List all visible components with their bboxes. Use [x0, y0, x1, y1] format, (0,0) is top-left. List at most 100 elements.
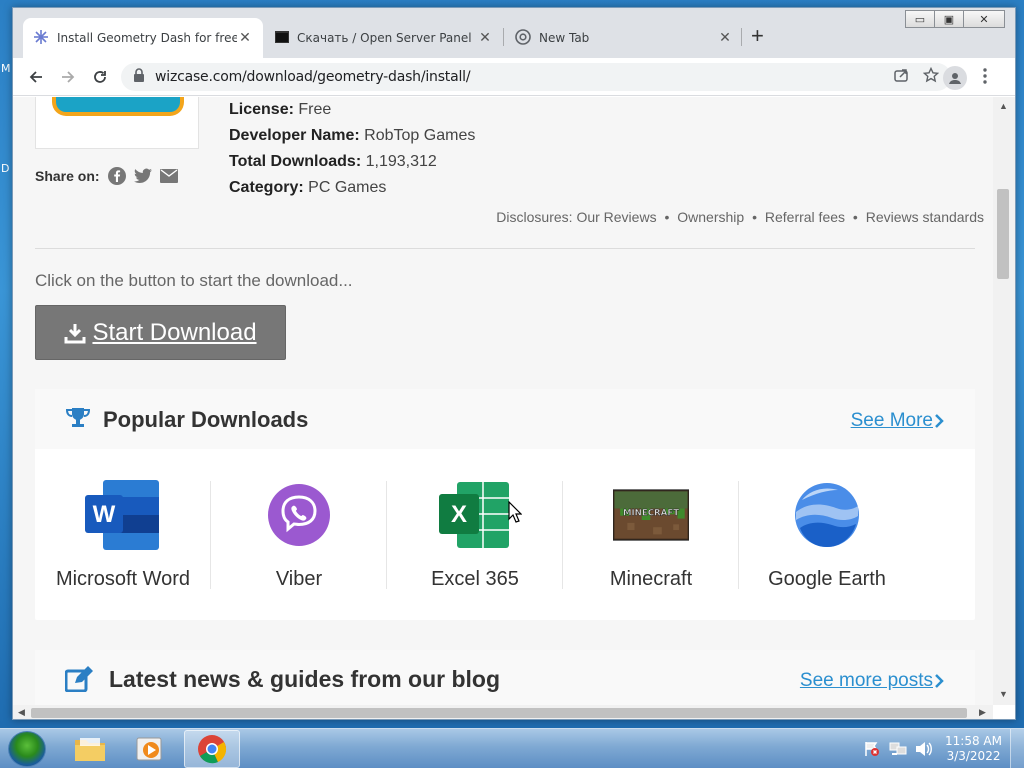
app-item-minecraft[interactable]: MINECRAFT Minecraft	[563, 457, 739, 617]
downloads-label: Total Downloads:	[229, 153, 362, 170]
close-tab-icon[interactable]: ✕	[477, 30, 493, 46]
chrome-taskbar-button[interactable]	[184, 730, 240, 768]
chrome-menu-button[interactable]	[983, 68, 987, 88]
blog-header: Latest news & guides from our blog See m…	[35, 650, 975, 705]
blog-card: Latest news & guides from our blog See m…	[35, 650, 975, 705]
popular-apps-list: W Microsoft Word Viber X Excel 365 MINEC…	[35, 457, 975, 617]
start-button[interactable]	[8, 731, 46, 767]
tab-new-tab[interactable]: New Tab ✕	[505, 18, 743, 58]
share-page-icon[interactable]	[893, 67, 909, 87]
media-player-taskbar-button[interactable]	[122, 730, 178, 768]
app-name: Viber	[275, 568, 323, 590]
vertical-scroll-thumb[interactable]	[997, 189, 1009, 279]
horizontal-scrollbar[interactable]: ◀ ▶	[13, 705, 993, 719]
downloads-row: Total Downloads: 1,193,312	[229, 149, 475, 175]
kebab-menu-icon	[983, 68, 987, 84]
chrome-icon	[198, 735, 227, 764]
desktop-icon-label[interactable]: M	[1, 62, 11, 75]
url-text[interactable]: wizcase.com/download/geometry-dash/insta…	[155, 69, 471, 85]
forward-button[interactable]	[57, 66, 79, 88]
category-row: Category: PC Games	[229, 175, 475, 201]
folder-icon	[75, 738, 105, 761]
close-tab-icon[interactable]: ✕	[237, 30, 253, 46]
twitter-icon[interactable]	[133, 167, 152, 185]
license-row: License: Free	[229, 97, 475, 123]
close-window-button[interactable]: ✕	[963, 10, 1005, 28]
tab-geometry-dash[interactable]: Install Geometry Dash for free an ✕	[23, 18, 263, 58]
tab-strip: Install Geometry Dash for free an ✕ Скач…	[13, 8, 1015, 58]
category-value: PC Games	[308, 179, 387, 196]
profile-avatar[interactable]	[943, 66, 967, 90]
window-controls: ▭ ▣ ✕	[905, 10, 1005, 28]
app-item-microsoft-word[interactable]: W Microsoft Word	[35, 457, 211, 617]
tab-open-server-panel[interactable]: Скачать / Open Server Panel ✕	[265, 18, 503, 58]
email-icon[interactable]	[159, 167, 178, 185]
separator-dot: •	[752, 209, 757, 225]
lock-icon[interactable]	[133, 68, 145, 86]
new-tab-button[interactable]: +	[751, 25, 764, 47]
tab-divider	[503, 28, 504, 46]
person-icon	[949, 73, 961, 84]
volume-icon[interactable]	[915, 741, 933, 757]
minecraft-logo-text: MINECRAFT	[623, 509, 679, 519]
maximize-button[interactable]: ▣	[934, 10, 964, 28]
facebook-icon[interactable]	[107, 167, 126, 185]
developer-row: Developer Name: RobTop Games	[229, 123, 475, 149]
tab-title: Install Geometry Dash for free an	[57, 31, 237, 45]
see-more-posts-link[interactable]: See more posts	[800, 670, 945, 692]
see-more-posts-label: See more posts	[799, 670, 933, 691]
see-more-label: See More	[850, 410, 933, 431]
app-item-google-earth[interactable]: Google Earth	[739, 457, 915, 617]
google-earth-icon	[789, 480, 865, 550]
reload-button[interactable]	[89, 66, 111, 88]
forward-arrow-icon	[62, 71, 75, 83]
license-value: Free	[298, 101, 332, 118]
system-tray: 11:58 AM 3/3/2022	[863, 729, 1024, 768]
scroll-right-arrow-icon[interactable]: ▶	[979, 707, 986, 718]
geometry-dash-app-image	[35, 97, 199, 149]
scroll-left-arrow-icon[interactable]: ◀	[18, 707, 25, 718]
chrome-favicon-icon	[515, 28, 531, 48]
desktop-icon-label[interactable]: D	[1, 162, 9, 175]
disclosure-link-ownership[interactable]: Ownership	[677, 209, 744, 225]
horizontal-scroll-thumb[interactable]	[31, 708, 967, 718]
see-more-link[interactable]: See More	[851, 410, 945, 432]
terminal-favicon-icon	[275, 30, 289, 46]
disclosure-link-referral-fees[interactable]: Referral fees	[765, 209, 845, 225]
share-label: Share on:	[35, 168, 100, 184]
taskbar-clock[interactable]: 11:58 AM 3/3/2022	[945, 734, 1002, 764]
close-tab-icon[interactable]: ✕	[717, 30, 733, 46]
back-button[interactable]	[25, 66, 47, 88]
tab-divider	[741, 28, 742, 46]
app-item-excel-365[interactable]: X Excel 365	[387, 457, 563, 617]
clock-date: 3/3/2022	[946, 749, 1001, 763]
scroll-up-arrow-icon[interactable]: ▲	[999, 101, 1008, 111]
reload-icon	[94, 71, 106, 83]
back-arrow-icon	[29, 71, 42, 83]
minimize-button[interactable]: ▭	[905, 10, 935, 28]
taskbar: 11:58 AM 3/3/2022	[0, 728, 1024, 768]
vertical-scrollbar[interactable]: ▲ ▼	[993, 97, 1015, 705]
bookmark-star-icon[interactable]	[922, 66, 940, 87]
scroll-down-arrow-icon[interactable]: ▼	[999, 689, 1008, 699]
explorer-taskbar-button[interactable]	[62, 730, 118, 768]
action-center-flag-icon[interactable]	[863, 741, 881, 757]
address-bar[interactable]: wizcase.com/download/geometry-dash/insta…	[121, 63, 951, 91]
show-desktop-button[interactable]	[1010, 729, 1024, 768]
separator-dot: •	[852, 209, 858, 225]
app-item-viber[interactable]: Viber	[211, 457, 387, 617]
tab-title: New Tab	[539, 31, 590, 45]
popular-downloads-card: Popular Downloads See More W Microsoft W…	[35, 389, 975, 620]
popular-downloads-title: Popular Downloads	[103, 407, 309, 432]
omnibox-actions	[893, 63, 940, 91]
popular-downloads-header: Popular Downloads See More	[35, 389, 975, 449]
disclosure-link-reviews[interactable]: Our Reviews	[576, 209, 656, 225]
blog-title: Latest news & guides from our blog	[109, 666, 501, 692]
share-row: Share on:	[35, 167, 178, 185]
start-download-button[interactable]: Start Download	[35, 305, 286, 360]
disclosure-link-reviews-standards[interactable]: Reviews standards	[866, 209, 984, 225]
divider	[35, 248, 975, 249]
disclosures-bar: Disclosures: Our Reviews • Ownership • R…	[33, 209, 993, 225]
network-icon[interactable]	[889, 741, 907, 757]
browser-toolbar: wizcase.com/download/geometry-dash/insta…	[13, 58, 1015, 96]
